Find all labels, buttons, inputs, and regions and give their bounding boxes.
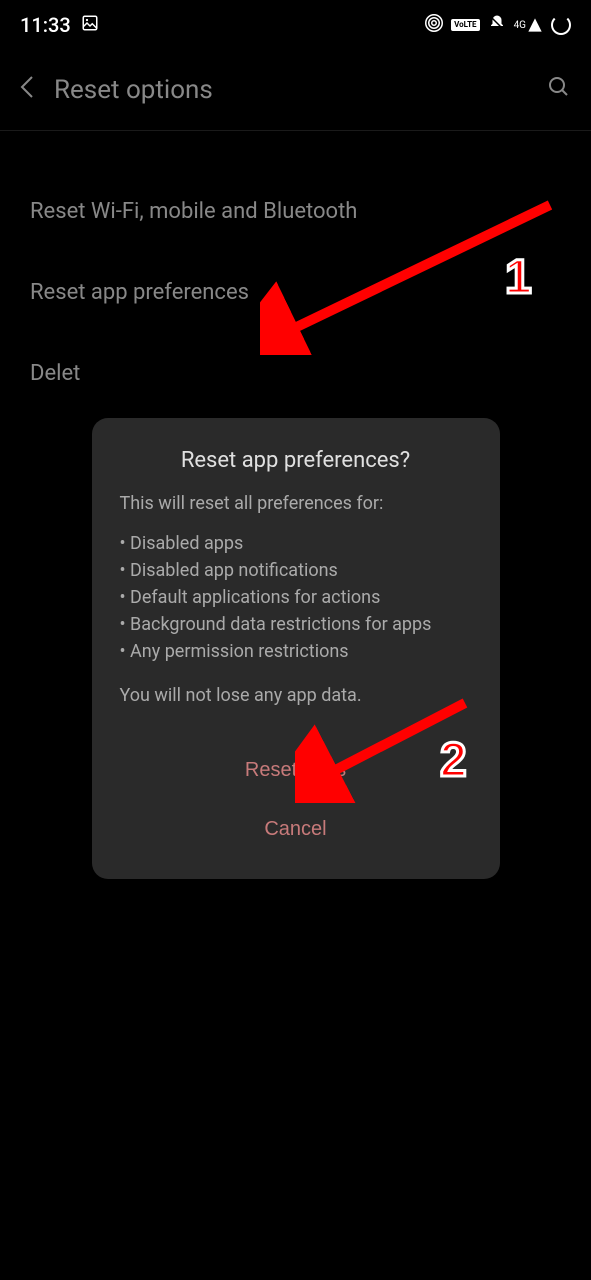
reset-apps-button[interactable]: Reset apps bbox=[120, 741, 472, 800]
reset-app-prefs-dialog: Reset app preferences? This will reset a… bbox=[92, 418, 500, 879]
dialog-list-item: • Default applications for actions bbox=[120, 584, 472, 611]
dialog-backdrop: Reset app preferences? This will reset a… bbox=[0, 0, 591, 1280]
cancel-button[interactable]: Cancel bbox=[120, 800, 472, 859]
dialog-list-item: • Disabled app notifications bbox=[120, 557, 472, 584]
dialog-list: • Disabled apps • Disabled app notificat… bbox=[120, 530, 472, 665]
dialog-title: Reset app preferences? bbox=[120, 448, 472, 473]
dialog-subtitle: This will reset all preferences for: bbox=[120, 493, 472, 514]
dialog-note: You will not lose any app data. bbox=[120, 685, 472, 706]
dialog-list-item: • Any permission restrictions bbox=[120, 638, 472, 665]
dialog-list-item: • Disabled apps bbox=[120, 530, 472, 557]
dialog-list-item: • Background data restrictions for apps bbox=[120, 611, 472, 638]
